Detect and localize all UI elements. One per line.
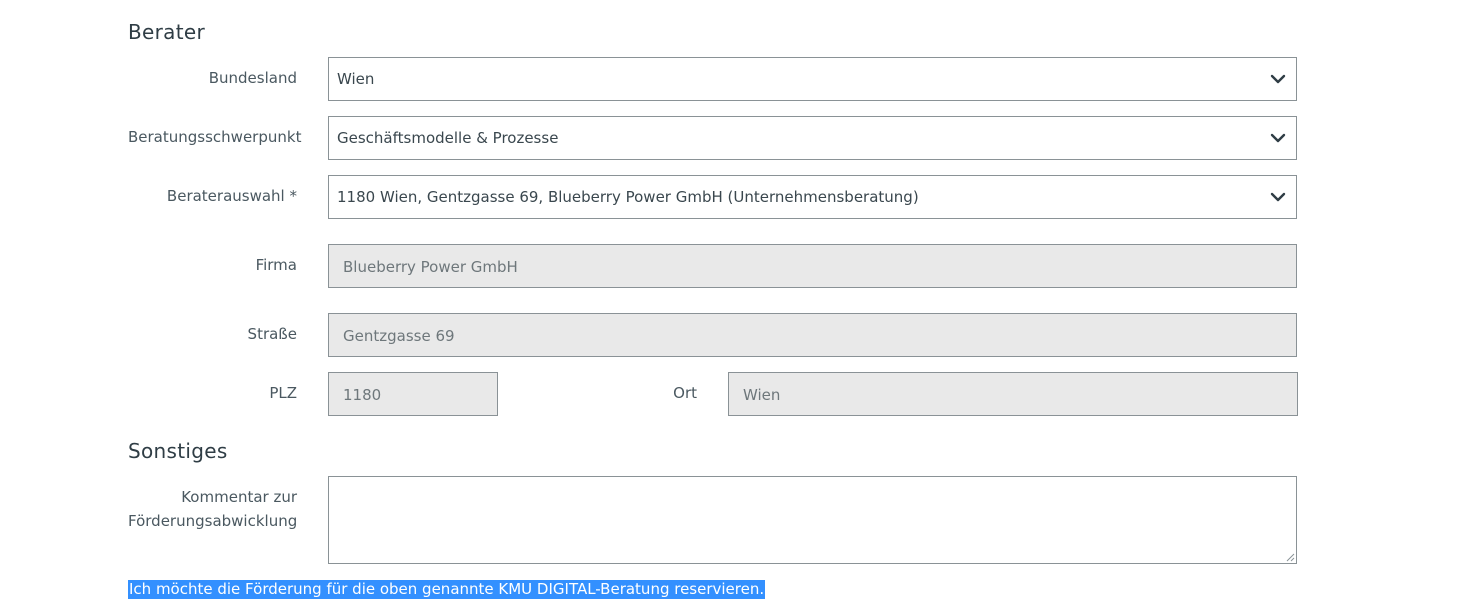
beraterauswahl-select[interactable]: 1180 Wien, Gentzgasse 69, Blueberry Powe… [328, 175, 1297, 219]
kommentar-label-line2: Förderungsabwicklung [128, 512, 298, 530]
beraterauswahl-value: 1180 Wien, Gentzgasse 69, Blueberry Powe… [337, 188, 919, 206]
kommentar-label-line1: Kommentar zur [181, 488, 297, 506]
chevron-down-icon [1270, 133, 1286, 143]
plz-label: PLZ [269, 384, 297, 402]
ort-field[interactable]: Wien [728, 372, 1298, 416]
plz-value: 1180 [343, 386, 382, 404]
bundesland-value: Wien [337, 70, 375, 88]
strasse-label: Straße [247, 325, 297, 343]
strasse-field[interactable]: Gentzgasse 69 [328, 313, 1297, 357]
firma-field[interactable]: Blueberry Power GmbH [328, 244, 1297, 288]
bundesland-select[interactable]: Wien [328, 57, 1297, 101]
firma-label: Firma [255, 256, 297, 274]
kommentar-textarea[interactable] [328, 476, 1297, 564]
firma-value: Blueberry Power GmbH [343, 258, 518, 276]
beraterauswahl-label: Beraterauswahl * [166, 187, 297, 205]
plz-field[interactable]: 1180 [328, 372, 498, 416]
ort-label: Ort [673, 384, 697, 402]
reserve-consent-text[interactable]: Ich möchte die Förderung für die oben ge… [128, 580, 766, 599]
bundesland-label: Bundesland [208, 69, 297, 87]
section-title-sonstiges: Sonstiges [128, 439, 228, 463]
schwerpunkt-value: Geschäftsmodelle & Prozesse [337, 129, 559, 147]
chevron-down-icon [1270, 74, 1286, 84]
strasse-value: Gentzgasse 69 [343, 327, 455, 345]
ort-value: Wien [743, 386, 781, 404]
schwerpunkt-select[interactable]: Geschäftsmodelle & Prozesse [328, 116, 1297, 160]
form-page: Berater Bundesland Wien Beratungsschwerp… [0, 0, 1469, 613]
resize-grip-icon[interactable] [1285, 552, 1295, 562]
chevron-down-icon [1270, 192, 1286, 202]
schwerpunkt-label: Beratungsschwerpunkt [128, 128, 302, 146]
section-title-berater: Berater [128, 20, 205, 44]
